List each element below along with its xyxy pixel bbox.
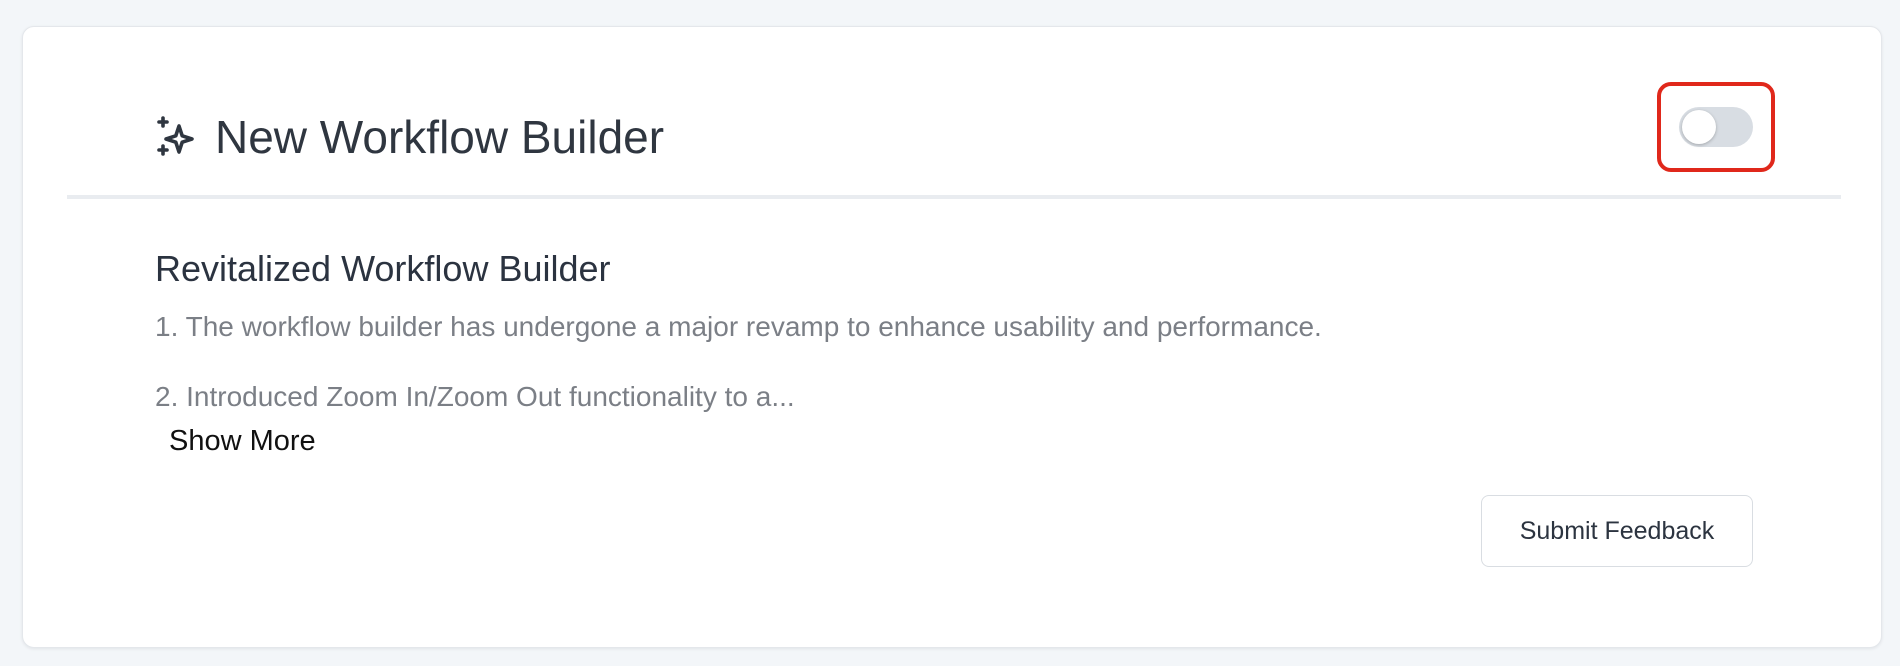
- description-item: 2. Introduced Zoom In/Zoom Out functiona…: [155, 380, 795, 412]
- submit-feedback-button[interactable]: Submit Feedback: [1481, 495, 1753, 567]
- sparkle-icon: [153, 113, 201, 161]
- feature-toggle[interactable]: [1679, 107, 1753, 147]
- section-title: Revitalized Workflow Builder: [155, 248, 611, 289]
- description-item: 1. The workflow builder has undergone a …: [155, 310, 1322, 342]
- title-group: New Workflow Builder: [153, 113, 664, 161]
- header-divider: [67, 195, 1841, 199]
- feature-card: New Workflow Builder Revitalized Workflo…: [22, 26, 1882, 648]
- card-header: New Workflow Builder: [23, 27, 1881, 197]
- show-more-link[interactable]: Show More: [169, 425, 316, 458]
- card-title: New Workflow Builder: [215, 111, 665, 163]
- card-content: Revitalized Workflow Builder 1. The work…: [155, 249, 1755, 458]
- toggle-highlight: [1657, 82, 1775, 172]
- toggle-knob: [1682, 110, 1716, 144]
